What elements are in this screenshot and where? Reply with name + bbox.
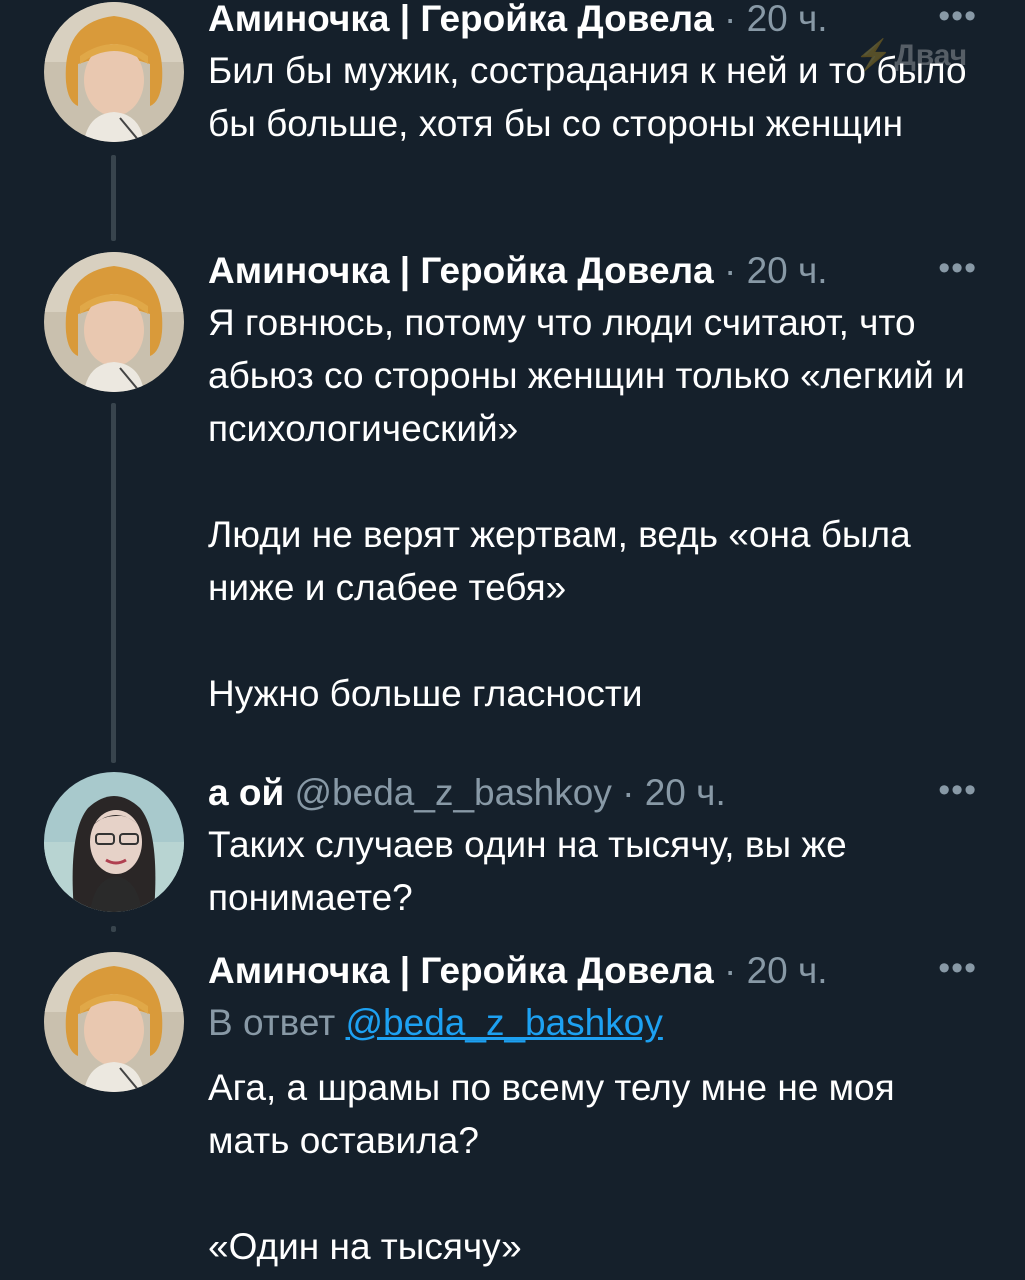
avatar[interactable]	[44, 2, 184, 142]
avatar[interactable]	[44, 772, 184, 912]
tweet[interactable]: а ой @beda_z_bashkoy · 20 ч. ••• Таких с…	[0, 770, 1025, 932]
more-options-icon[interactable]: •••	[938, 770, 977, 810]
avatar[interactable]	[44, 952, 184, 1092]
timestamp[interactable]: 20 ч.	[747, 0, 828, 39]
separator: ·	[723, 950, 737, 991]
tweet-content: Аминочка | Геройка Довела · 20 ч. ••• Би…	[208, 0, 985, 150]
tweet[interactable]: Аминочка | Геройка Довела · 20 ч. ••• В …	[0, 948, 1025, 1280]
tweet[interactable]: Аминочка | Геройка Довела · 20 ч. ••• Я …	[0, 248, 1025, 770]
tweet-header: а ой @beda_z_bashkoy · 20 ч. •••	[208, 770, 985, 816]
tweet-text: Таких случаев один на тысячу, вы же пони…	[208, 824, 847, 918]
author-handle[interactable]: @beda_z_bashkoy	[295, 772, 612, 813]
timestamp[interactable]: 20 ч.	[747, 250, 828, 291]
tweet-text: Я говнюсь, потому что люди считают, что …	[208, 302, 965, 714]
separator: ·	[723, 0, 737, 39]
more-options-icon[interactable]: •••	[938, 948, 977, 988]
avatar-image	[44, 772, 184, 912]
author-name[interactable]: Аминочка | Геройка Довела	[208, 250, 714, 291]
reply-context: В ответ @beda_z_bashkoy	[208, 996, 985, 1049]
reply-mention-link[interactable]: @beda_z_bashkoy	[346, 1002, 663, 1043]
more-options-icon[interactable]: •••	[938, 248, 977, 288]
thread-line	[111, 155, 116, 241]
tweet-content: Аминочка | Геройка Довела · 20 ч. ••• Я …	[208, 248, 985, 720]
thread-line	[111, 403, 116, 763]
separator: ·	[622, 772, 635, 813]
tweet-header: Аминочка | Геройка Довела · 20 ч. •••	[208, 0, 985, 42]
avatar-image	[44, 952, 184, 1092]
avatar-image	[44, 252, 184, 392]
avatar-image	[44, 2, 184, 142]
tweet-content: а ой @beda_z_bashkoy · 20 ч. ••• Таких с…	[208, 770, 985, 924]
separator: ·	[723, 250, 737, 291]
tweet-text: Бил бы мужик, сострадания к ней и то был…	[208, 50, 967, 144]
tweet[interactable]: Аминочка | Геройка Довела · 20 ч. ••• Би…	[0, 0, 1025, 241]
author-name[interactable]: а ой	[208, 772, 284, 813]
tweet-content: Аминочка | Геройка Довела · 20 ч. ••• В …	[208, 948, 985, 1273]
tweet-text: Ага, а шрамы по всему телу мне не моя ма…	[208, 1067, 895, 1267]
author-name[interactable]: Аминочка | Геройка Довела	[208, 0, 714, 39]
tweet-header: Аминочка | Геройка Довела · 20 ч. •••	[208, 948, 985, 994]
tweet-header: Аминочка | Геройка Довела · 20 ч. •••	[208, 248, 985, 294]
reply-prefix: В ответ	[208, 1002, 336, 1043]
timestamp[interactable]: 20 ч.	[747, 950, 828, 991]
more-options-icon[interactable]: •••	[938, 0, 977, 36]
author-name[interactable]: Аминочка | Геройка Довела	[208, 950, 714, 991]
avatar[interactable]	[44, 252, 184, 392]
timestamp[interactable]: 20 ч.	[645, 772, 726, 813]
thread-line	[111, 926, 116, 932]
